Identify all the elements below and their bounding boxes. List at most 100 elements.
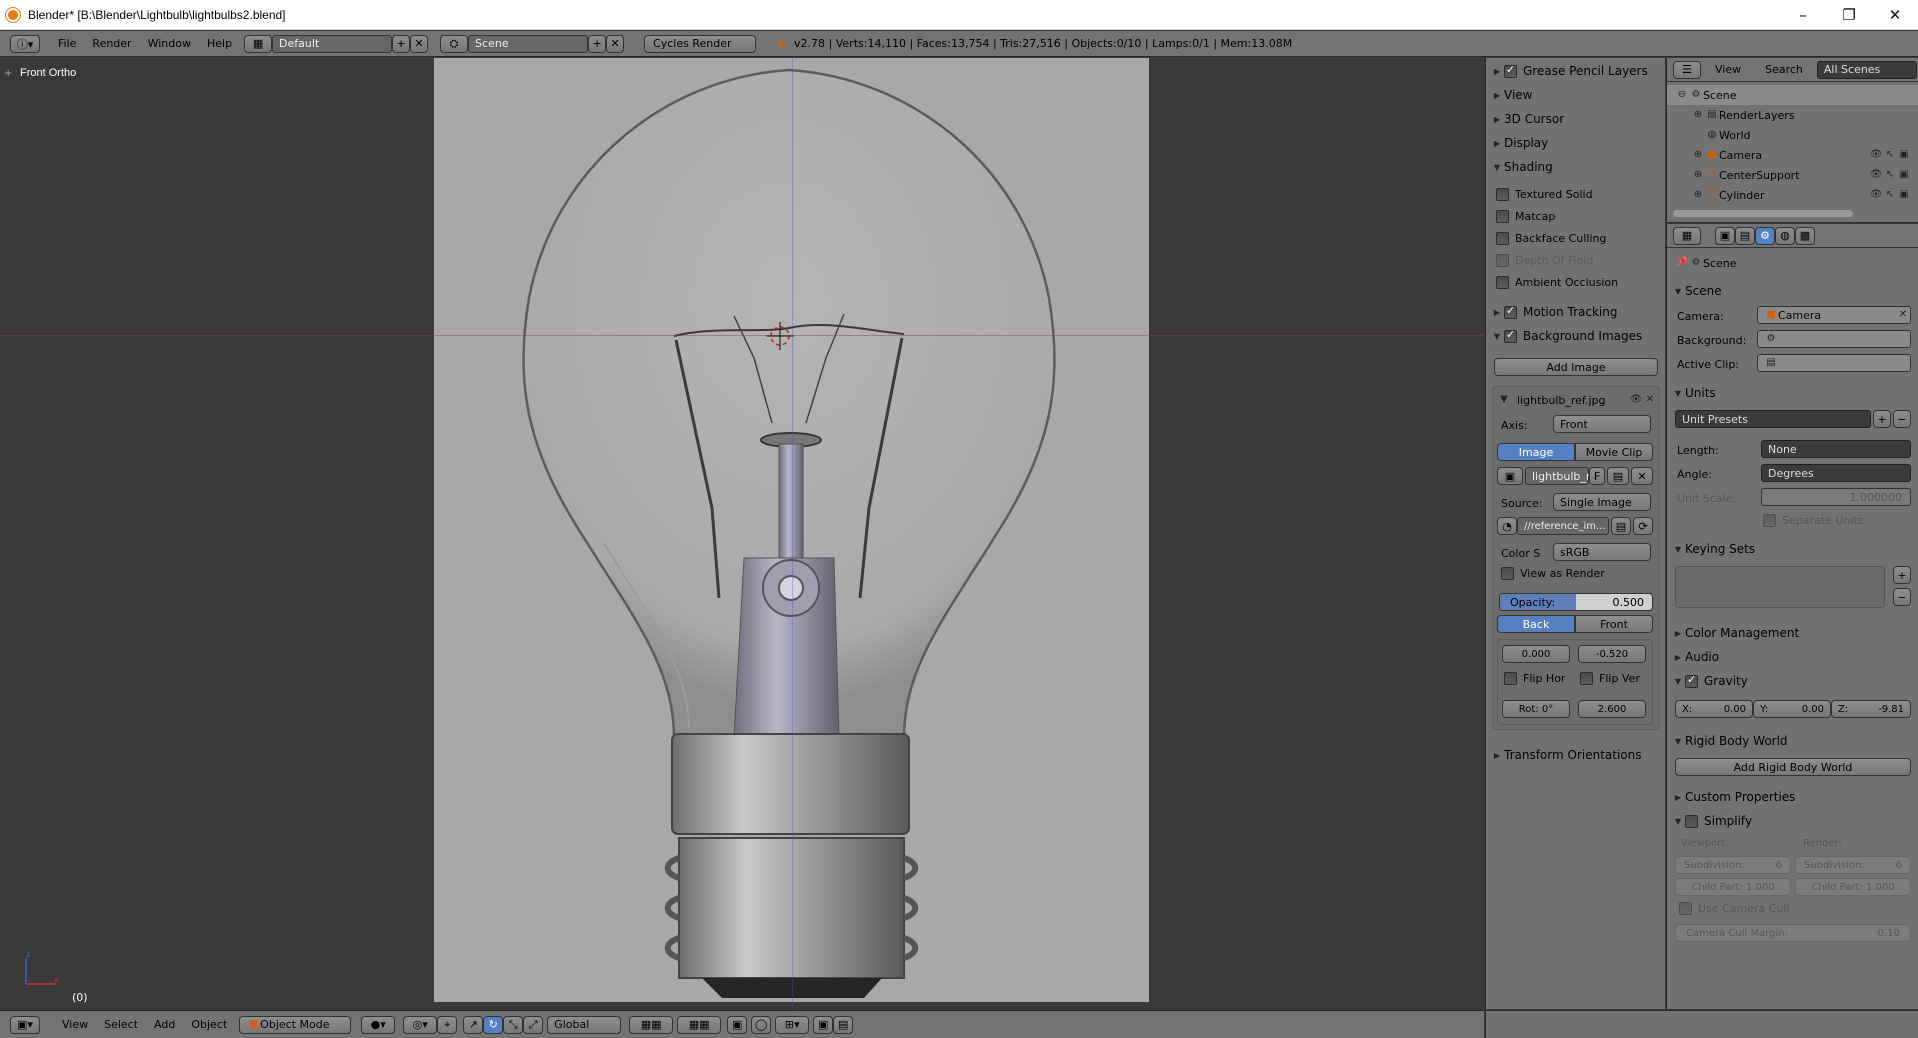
display-mode-dropdown[interactable]: All Scenes — [1816, 60, 1917, 79]
manipulator-rotate-icon[interactable]: ↻ — [483, 1015, 504, 1034]
panel-display[interactable]: ▶ Display — [1486, 132, 1666, 154]
checkbox[interactable] — [1496, 210, 1509, 223]
layout-browse-icon[interactable]: ▦ — [244, 34, 273, 53]
scene-camera-field[interactable]: ■ Camera ✕ — [1757, 306, 1911, 324]
open-image-icon[interactable]: ▤ — [1607, 467, 1629, 485]
checkbox[interactable] — [1580, 672, 1593, 685]
transform-orientation-dropdown[interactable]: Global — [547, 1015, 622, 1034]
rotation-field[interactable]: Rot: 0° — [1502, 700, 1570, 718]
interaction-mode-dropdown[interactable]: ■ Object Mode — [239, 1015, 352, 1034]
outliner-editor-type-icon[interactable]: ☰ — [1673, 60, 1701, 79]
menu-select[interactable]: Select — [96, 1018, 146, 1031]
panel-view[interactable]: ▶ View — [1486, 84, 1666, 106]
outliner-item-world[interactable]: ◍ World — [1667, 125, 1918, 145]
menu-window[interactable]: Window — [140, 37, 199, 50]
expand-icon[interactable]: ⊖ — [1675, 88, 1689, 102]
maximize-button[interactable]: ❐ — [1826, 0, 1872, 30]
render-tab-icon[interactable]: ▣ — [1715, 226, 1735, 245]
panel-grease-pencil-layers[interactable]: ▶ Grease Pencil Layers — [1486, 60, 1666, 82]
viewport-shading-dropdown[interactable]: ●▾ — [361, 1015, 396, 1034]
selectable-arrow-icon[interactable]: ↖ — [1883, 148, 1897, 162]
outliner-item-camera[interactable]: ⊕ ■ Camera 👁 ↖ ▣ — [1667, 145, 1918, 165]
panel-scene[interactable]: ▼ Scene — [1667, 280, 1847, 302]
manipulator-extra-icon[interactable]: ⤢ — [523, 1015, 544, 1034]
manipulator-scale-icon[interactable]: ⤡ — [503, 1015, 524, 1034]
image-name-field[interactable]: lightbulb_r — [1525, 467, 1590, 485]
outliner-item-cylinder[interactable]: ⊕ ▽ Cylinder 👁 ↖ ▣ — [1667, 185, 1918, 205]
opengl-render-icon[interactable]: ▣ — [813, 1015, 834, 1034]
menu-file[interactable]: File — [50, 37, 84, 50]
textured-solid-option[interactable]: Textured Solid — [1496, 188, 1593, 201]
gravity-z-field[interactable]: Z: -9.81 — [1831, 700, 1911, 718]
checkbox[interactable] — [1496, 232, 1509, 245]
background-set-field[interactable]: ⚙ — [1757, 330, 1911, 348]
image-browse-icon[interactable]: ▣ — [1497, 467, 1523, 485]
minimize-button[interactable]: – — [1780, 0, 1826, 30]
expand-icon[interactable]: ⊕ — [1691, 148, 1705, 162]
size-field[interactable]: 2.600 — [1578, 700, 1646, 718]
add-preset-icon[interactable]: + — [1873, 410, 1891, 428]
panel-custom-properties[interactable]: ▶ Custom Properties — [1667, 786, 1847, 808]
panel-motion-tracking[interactable]: ▶ Motion Tracking — [1486, 301, 1666, 323]
lock-layers-icon[interactable]: ▣ — [727, 1015, 748, 1034]
source-dropdown[interactable]: Single Image — [1553, 493, 1651, 511]
simplify-checkbox[interactable] — [1685, 814, 1698, 828]
expand-icon[interactable]: ⊕ — [1691, 108, 1705, 122]
toolshelf-toggle-icon[interactable]: + — [4, 68, 12, 79]
gravity-y-field[interactable]: Y: 0.00 — [1753, 700, 1831, 718]
visibility-eye-icon[interactable]: 👁 — [1869, 168, 1883, 182]
depth-front-button[interactable]: Front — [1575, 615, 1653, 633]
scene-browse-icon[interactable]: ⛭ — [440, 34, 469, 53]
checkbox[interactable] — [1501, 567, 1514, 580]
layers-block-1[interactable]: ▦▦ — [629, 1015, 674, 1034]
manipulator-translate-icon[interactable]: ↗ — [463, 1015, 484, 1034]
browse-file-icon[interactable]: ▤ — [1611, 517, 1631, 535]
outliner-search-menu[interactable]: Search — [1765, 63, 1803, 76]
background-images-checkbox[interactable] — [1504, 328, 1517, 343]
layout-remove-icon[interactable]: ✕ — [410, 34, 429, 53]
panel-rigid-body-world[interactable]: ▼ Rigid Body World — [1667, 730, 1847, 752]
clear-icon[interactable]: ✕ — [1896, 308, 1910, 322]
motion-tracking-checkbox[interactable] — [1504, 304, 1517, 319]
color-space-dropdown[interactable]: sRGB — [1553, 543, 1651, 561]
opengl-render-animation-icon[interactable]: ▤ — [833, 1015, 854, 1034]
proportional-edit-icon[interactable]: ◯ — [751, 1015, 772, 1034]
checkbox[interactable] — [1496, 276, 1509, 289]
reload-icon[interactable]: ⟳ — [1633, 517, 1653, 535]
pin-icon[interactable]: 📌 — [1675, 256, 1689, 270]
ambient-occlusion-option[interactable]: Ambient Occlusion — [1496, 276, 1618, 289]
length-unit-dropdown[interactable]: None — [1761, 440, 1911, 458]
flip-vertical-option[interactable]: Flip Ver — [1580, 672, 1640, 685]
properties-editor-type-icon[interactable]: ▦ — [1673, 226, 1701, 245]
offset-y-field[interactable]: -0.520 — [1578, 645, 1646, 663]
layout-name-field[interactable]: Default — [272, 34, 393, 53]
editor-type-info-icon[interactable]: ⓘ▾ — [10, 34, 40, 53]
unit-presets-dropdown[interactable]: Unit Presets — [1675, 410, 1871, 428]
world-tab-icon[interactable]: ◍ — [1775, 226, 1795, 245]
active-clip-field[interactable]: ▤ — [1757, 354, 1911, 372]
gravity-x-field[interactable]: X: 0.00 — [1675, 700, 1753, 718]
selectable-arrow-icon[interactable]: ↖ — [1883, 168, 1897, 182]
close-button[interactable]: ✕ — [1872, 0, 1918, 30]
grease-pencil-checkbox[interactable] — [1504, 63, 1517, 78]
bg-image-header[interactable]: ▼ lightbulb_ref.jpg 👁 ✕ — [1497, 393, 1657, 407]
menu-add[interactable]: Add — [146, 1018, 183, 1031]
fake-user-button[interactable]: F — [1589, 467, 1605, 485]
remove-preset-icon[interactable]: − — [1893, 410, 1911, 428]
gravity-checkbox[interactable] — [1685, 673, 1698, 688]
panel-audio[interactable]: ▶ Audio — [1667, 646, 1847, 668]
panel-background-images[interactable]: ▼ Background Images — [1486, 325, 1666, 347]
panel-color-management[interactable]: ▶ Color Management — [1667, 622, 1847, 644]
layout-add-icon[interactable]: + — [392, 34, 411, 53]
panel-shading[interactable]: ▼ Shading — [1486, 156, 1666, 178]
add-rigid-body-world-button[interactable]: Add Rigid Body World — [1675, 758, 1911, 776]
editor-type-3dview-icon[interactable]: ▣▾ — [10, 1015, 40, 1034]
add-keying-set-icon[interactable]: + — [1893, 566, 1911, 584]
scene-name-field[interactable]: Scene — [468, 34, 589, 53]
outliner-item-scene[interactable]: ⊖ ⚙ Scene — [1667, 85, 1918, 105]
outliner-item-centersupport[interactable]: ⊕ ▽ CenterSupport 👁 ↖ ▣ — [1667, 165, 1918, 185]
panel-transform-orientations[interactable]: ▶ Transform Orientations — [1486, 744, 1666, 766]
object-tab-icon[interactable]: ▩ — [1795, 226, 1815, 245]
menu-object[interactable]: Object — [183, 1018, 235, 1031]
scene-add-icon[interactable]: + — [588, 34, 607, 53]
